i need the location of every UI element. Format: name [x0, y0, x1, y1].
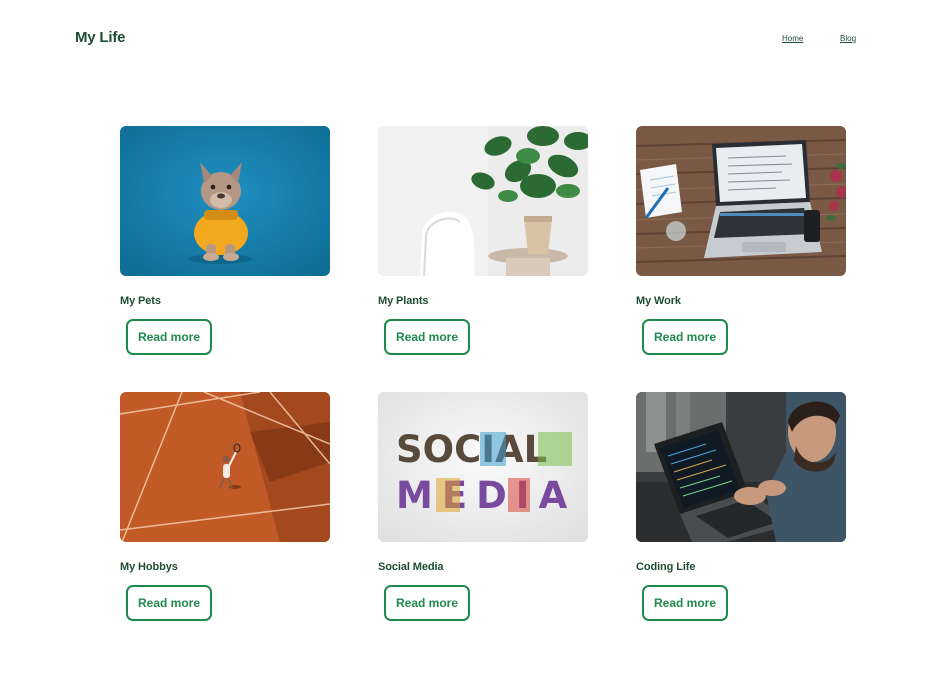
nav-home-link[interactable]: Home: [782, 34, 803, 43]
site-header: My Life Home Blog: [0, 0, 930, 80]
card-coding-life: Coding Life Read more: [636, 392, 846, 632]
card-social-media: SOCIAL MEDIA Social Media Read more: [378, 392, 588, 632]
read-more-button[interactable]: Read more: [384, 585, 470, 621]
site-logo[interactable]: My Life: [75, 29, 125, 46]
card-my-pets: My Pets Read more: [120, 126, 330, 366]
card-my-hobbys: My Hobbys Read more: [120, 392, 330, 632]
man-coding-laptop-photo: [636, 392, 846, 542]
social-media-letters-photo: SOCIAL MEDIA: [378, 392, 588, 542]
read-more-button[interactable]: Read more: [642, 585, 728, 621]
laptop-desk-photo: [636, 126, 846, 276]
card-title: Social Media: [378, 561, 444, 573]
card-title: My Work: [636, 295, 681, 307]
card-title: My Plants: [378, 295, 429, 307]
card-title: Coding Life: [636, 561, 696, 573]
card-my-work: My Work Read more: [636, 126, 846, 366]
social-letters-line2: MEDIA: [396, 474, 576, 517]
houseplant-chair-photo: [378, 126, 588, 276]
social-letters-line1: SOCIAL: [396, 428, 547, 471]
read-more-button[interactable]: Read more: [126, 319, 212, 355]
card-title: My Hobbys: [120, 561, 178, 573]
read-more-button[interactable]: Read more: [642, 319, 728, 355]
french-bulldog-photo: [120, 126, 330, 276]
card-my-plants: My Plants Read more: [378, 126, 588, 366]
card-title: My Pets: [120, 295, 161, 307]
nav-blog-link[interactable]: Blog: [840, 34, 856, 43]
read-more-button[interactable]: Read more: [384, 319, 470, 355]
tennis-court-photo: [120, 392, 330, 542]
read-more-button[interactable]: Read more: [126, 585, 212, 621]
